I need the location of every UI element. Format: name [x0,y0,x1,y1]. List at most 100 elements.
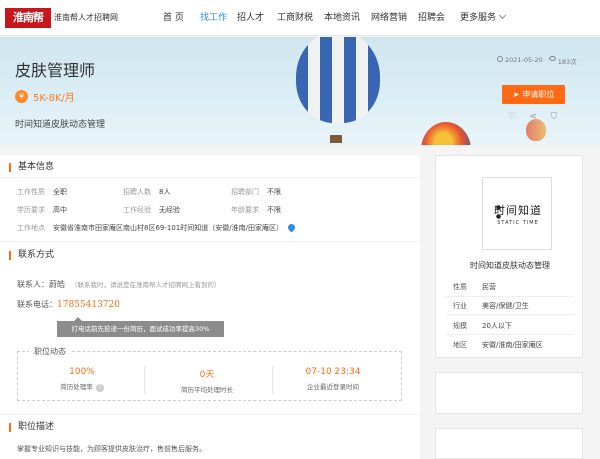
job-actions: ♡ ⋖ ⛉ [506,111,569,123]
nav-business-tax[interactable]: 工商财税 [277,0,324,36]
divider [446,296,574,297]
phone-tip-tooltip: 打电话前先投递一份简历，面试成功率提高30% [57,317,224,337]
divider [272,366,273,394]
info-label: 招聘人数 [123,188,151,196]
info-value: 无经验 [159,206,180,214]
nav-marketing[interactable]: 网络营销 [371,0,418,36]
info-value: 不限 [267,188,281,196]
info-label: 工作经验 [123,206,151,214]
company-info-label: 地区 [453,341,467,349]
apply-button[interactable]: ➤ 申请职位 [502,85,565,104]
section-title-description: 职位描述 [9,423,54,432]
info-value: 8人 [159,188,171,196]
company-info-label: 性质 [453,283,467,291]
info-value: 不限 [267,206,281,214]
section-title-contact: 联系方式 [9,251,54,260]
nav-find-job[interactable]: 找工作 [200,0,237,36]
job-description-text: 掌握专业知识与技能，为顾客提供皮肤治疗，售前售后服务。 [17,445,206,453]
address-label: 工作地点 [17,224,45,232]
divider [0,414,420,415]
dynamics-label: 简历平均处理时长 [181,386,233,394]
divider [0,241,420,242]
dynamics-value: 100% [69,367,95,377]
company-info-value: 美容/保健/卫生 [482,302,529,310]
divider [0,177,420,178]
address-row: 工作地点 安徽省淮南市田家庵区南山村8区69-101时间知道（安徽/淮南/田家庵… [17,222,297,233]
job-meta: 2021-05-20 183次 [497,56,577,66]
salary: ¥ 5K-8K/月 [15,89,75,104]
nav-job-fair[interactable]: 招聘会 [418,0,460,36]
eye-icon [548,56,556,61]
section-title-basic: 基本信息 [9,163,54,172]
dynamics-item: 100% 简历处理率? [42,367,122,392]
job-dynamics-title: 职位动态 [29,346,71,357]
company-info-row: 性质 民营 [453,282,496,292]
side-panel [435,428,583,459]
job-title: 皮肤管理师 [15,61,96,80]
dynamics-label: 简历处理率 [60,383,93,391]
balloon-decoration [421,122,471,145]
clock-icon [497,56,503,62]
nav-more-services[interactable]: 更多服务 [460,0,510,36]
info-row: 学历要求 高中 工作经验 无经验 年龄要求 不限 [17,205,281,215]
contact-phone-row: 联系电话：17855413720 [17,299,120,310]
chevron-down-icon [498,11,507,20]
divider [446,334,574,335]
balloon-basket [330,135,342,143]
send-icon: ➤ [512,90,520,99]
address-value: 安徽省淮南市田家庵区南山村8区69-101时间知道（安徽/淮南/田家庵区） [53,224,283,232]
company-logo-en: STATIC TIME [497,220,539,226]
favorite-heart-icon[interactable]: ♡ [506,111,518,123]
contact-person-label: 联系人： [17,280,49,289]
phone-label: 联系电话： [17,300,57,309]
contact-person-row: 联系人：蔚皓 （联系我时，请说是在淮南帮人才招聘网上看到的） [17,279,221,290]
main-nav: 首 页 找工作 招人才 工商财税 本地资讯 网络营销 招聘会 更多服务 [163,0,510,36]
company-info-label: 规模 [453,322,467,330]
dynamics-item: 07-10 23:34 企业最近登录时间 [293,367,373,391]
dynamics-label: 企业最近登录时间 [307,383,359,391]
dynamics-value: 0天 [199,370,215,380]
site-name: 淮南帮人才招聘网 [54,13,118,22]
company-info-label: 行业 [453,302,467,310]
apply-label: 申请职位 [522,90,555,99]
salary-value: 5K-8K/月 [33,93,75,104]
map-pin-icon[interactable] [286,222,297,233]
phone-number[interactable]: 17855413720 [57,300,120,310]
contact-person: 蔚皓 [49,280,65,289]
company-logo-cn: 时间知道 [494,204,542,217]
company-logo[interactable]: 时间知道 STATIC TIME [482,177,552,250]
company-card: 时间知道 STATIC TIME 时间知道皮肤动态管理 性质 民营 行业 美容/保健… [435,155,583,358]
divider [144,366,145,394]
company-info-row: 地区 安徽/淮南/田家庵区 [453,340,543,350]
info-label: 工作性质 [17,188,45,196]
view-count: 183次 [557,58,577,66]
dynamics-label-row: 简历处理率? [42,381,122,392]
info-label: 年龄要求 [231,206,259,214]
nav-home[interactable]: 首 页 [163,0,200,36]
yen-icon: ¥ [15,90,28,103]
side-panel [435,372,583,414]
company-card-name[interactable]: 时间知道皮肤动态管理 [436,260,584,271]
report-shield-icon[interactable]: ⛉ [548,111,560,123]
info-value: 高中 [53,206,67,214]
balloon-decoration [296,37,380,123]
top-navbar: 淮南帮 淮南帮人才招聘网 首 页 找工作 招人才 工商财税 本地资讯 网络营销 … [0,0,600,36]
company-name-link[interactable]: 时间知道皮肤动态管理 [15,117,105,130]
dynamics-value: 07-10 23:34 [305,367,361,377]
divider [446,314,574,315]
dynamics-item: 0天 简历平均处理时长 [167,367,247,394]
help-icon[interactable]: ? [95,384,104,392]
site-logo[interactable]: 淮南帮 [5,8,51,28]
contact-note: （联系我时，请说是在淮南帮人才招聘网上看到的） [71,281,221,289]
post-date: 2021-05-20 [505,56,543,64]
nav-recruit[interactable]: 招人才 [237,0,277,36]
company-info-row: 行业 美容/保健/卫生 [453,301,529,311]
company-info-value: 民营 [482,283,496,291]
share-icon[interactable]: ⋖ [527,111,539,123]
nav-more-label: 更多服务 [460,13,497,23]
company-info-value: 安徽/淮南/田家庵区 [482,341,543,349]
info-label: 学历要求 [17,206,45,214]
info-value: 全职 [53,188,67,196]
info-label: 招聘部门 [231,188,259,196]
nav-local-news[interactable]: 本地资讯 [324,0,371,36]
